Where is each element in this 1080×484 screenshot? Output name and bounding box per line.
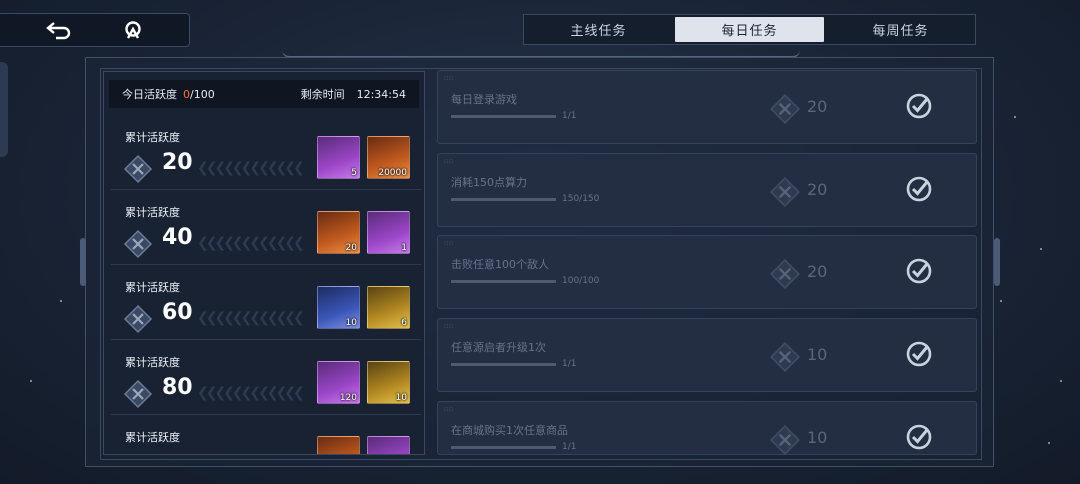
task-progress-bar: [451, 446, 556, 449]
tab-weekly-tasks[interactable]: 每周任务: [826, 15, 975, 44]
activity-max: /100: [190, 87, 215, 101]
check-circle-icon: [905, 423, 933, 454]
activity-current: 0: [183, 87, 190, 101]
top-nav: [0, 13, 190, 47]
milestone-row: 累计活跃度 80 ❮❮❮❮❮❮❮❮❮❮❮❮ 120 10: [111, 341, 421, 415]
task-tabs: 主线任务 每日任务 每周任务: [523, 14, 976, 45]
milestone-row: 累计活跃度 20 ❮❮❮❮❮❮❮❮❮❮❮❮ 5 20000: [111, 116, 421, 190]
milestone-value: 20: [162, 150, 193, 175]
left-handle: [80, 238, 86, 286]
milestone-label: 累计活跃度: [125, 131, 180, 144]
reward-purple-pen-item[interactable]: [367, 436, 410, 454]
milestone-label: 累计活跃度: [125, 281, 180, 294]
milestone-label: 累计活跃度: [125, 206, 180, 219]
tab-daily-tasks[interactable]: 每日任务: [675, 17, 824, 42]
activity-diamond-icon: [769, 424, 801, 454]
milestone-value: 40: [162, 225, 193, 250]
task-progress: 100/100: [562, 276, 600, 286]
remaining-label: 剩余时间: [300, 88, 345, 101]
task-progress: 1/1: [562, 111, 577, 121]
task-points: 20: [807, 180, 828, 199]
milestone-value: 60: [162, 300, 193, 325]
home-emblem-icon[interactable]: [123, 20, 143, 40]
chevron-trail: ❮❮❮❮❮❮❮❮❮❮❮❮: [197, 235, 305, 251]
check-circle-icon: [905, 92, 933, 124]
reward-orange-star-crystal[interactable]: 20: [317, 211, 360, 254]
reward-purple-manual-item[interactable]: 5: [317, 136, 360, 179]
chevron-trail: ❮❮❮❮❮❮❮❮❮❮❮❮: [197, 310, 305, 326]
activity-diamond-icon: [769, 93, 801, 129]
task-card[interactable]: ▫▫ 击败任意100个敌人 100/100 20: [437, 235, 977, 309]
check-circle-icon: [905, 340, 933, 372]
activity-diamond-icon: [123, 229, 153, 263]
check-circle-icon: [905, 175, 933, 207]
task-progress: 1/1: [562, 442, 577, 452]
milestone-label: 累计活跃度: [125, 356, 180, 369]
task-points: 20: [807, 262, 828, 281]
task-progress: 1/1: [562, 359, 577, 369]
milestone-label: 累计活跃度: [125, 431, 180, 444]
right-handle: [994, 238, 1000, 286]
chevron-trail: ❮❮❮❮❮❮❮❮❮❮❮❮: [197, 160, 305, 176]
reward-orange-credit-chips[interactable]: 20000: [367, 136, 410, 179]
reward-blue-crystal-shard[interactable]: 10: [317, 286, 360, 329]
activity-diamond-icon: [123, 379, 153, 413]
milestone-value: 80: [162, 375, 193, 400]
reward-orange-ticket[interactable]: [317, 436, 360, 454]
tab-main-tasks[interactable]: 主线任务: [524, 15, 673, 44]
task-name: 消耗150点算力: [451, 176, 527, 189]
task-card[interactable]: ▫▫ 任意源启者升级1次 1/1 10: [437, 318, 977, 392]
task-points: 20: [807, 97, 828, 116]
milestone-row: 累计活跃度 40 ❮❮❮❮❮❮❮❮❮❮❮❮ 20 1: [111, 191, 421, 265]
reward-purple-supply-chest[interactable]: 1: [367, 211, 410, 254]
remaining-time: 12:34:54: [356, 87, 406, 101]
task-name: 在商城购买1次任意商品: [451, 424, 568, 437]
activity-panel: 今日活跃度 0 /100 剩余时间 12:34:54 累计活跃度 20 ❮❮❮❮…: [103, 71, 425, 455]
task-progress-bar: [451, 115, 556, 118]
task-name: 任意源启者升级1次: [451, 341, 546, 354]
task-points: 10: [807, 345, 828, 364]
task-card[interactable]: ▫▫ 每日登录游戏 1/1 20: [437, 70, 977, 144]
task-card[interactable]: ▫▫ 消耗150点算力 150/150 20: [437, 153, 977, 227]
reward-gold-battery-cell[interactable]: 6: [367, 286, 410, 329]
check-circle-icon: [905, 257, 933, 289]
activity-label: 今日活跃度: [122, 88, 177, 101]
reward-purple-orbit-core[interactable]: 120: [317, 361, 360, 404]
task-progress-bar: [451, 198, 556, 201]
activity-diamond-icon: [769, 341, 801, 377]
back-arrow-icon[interactable]: [45, 20, 72, 40]
chevron-trail: ❮❮❮❮❮❮❮❮❮❮❮❮: [197, 385, 305, 401]
activity-diamond-icon: [769, 258, 801, 294]
milestone-row: 累计活跃度: [111, 416, 421, 454]
reward-gold-energy-cube[interactable]: 10: [367, 361, 410, 404]
activity-diamond-icon: [123, 154, 153, 188]
task-points: 10: [807, 428, 828, 447]
activity-header: 今日活跃度 0 /100 剩余时间 12:34:54: [109, 80, 419, 108]
activity-diamond-icon: [769, 176, 801, 212]
task-progress-bar: [451, 280, 556, 283]
task-name: 每日登录游戏: [451, 93, 517, 106]
task-progress-bar: [451, 363, 556, 366]
activity-diamond-icon: [123, 304, 153, 338]
left-edge-tab: [0, 62, 8, 157]
milestone-row: 累计活跃度 60 ❮❮❮❮❮❮❮❮❮❮❮❮ 10 6: [111, 266, 421, 340]
task-progress: 150/150: [562, 194, 600, 204]
task-name: 击败任意100个敌人: [451, 258, 549, 271]
task-card[interactable]: ▫▫ 在商城购买1次任意商品 1/1 10: [437, 401, 977, 455]
